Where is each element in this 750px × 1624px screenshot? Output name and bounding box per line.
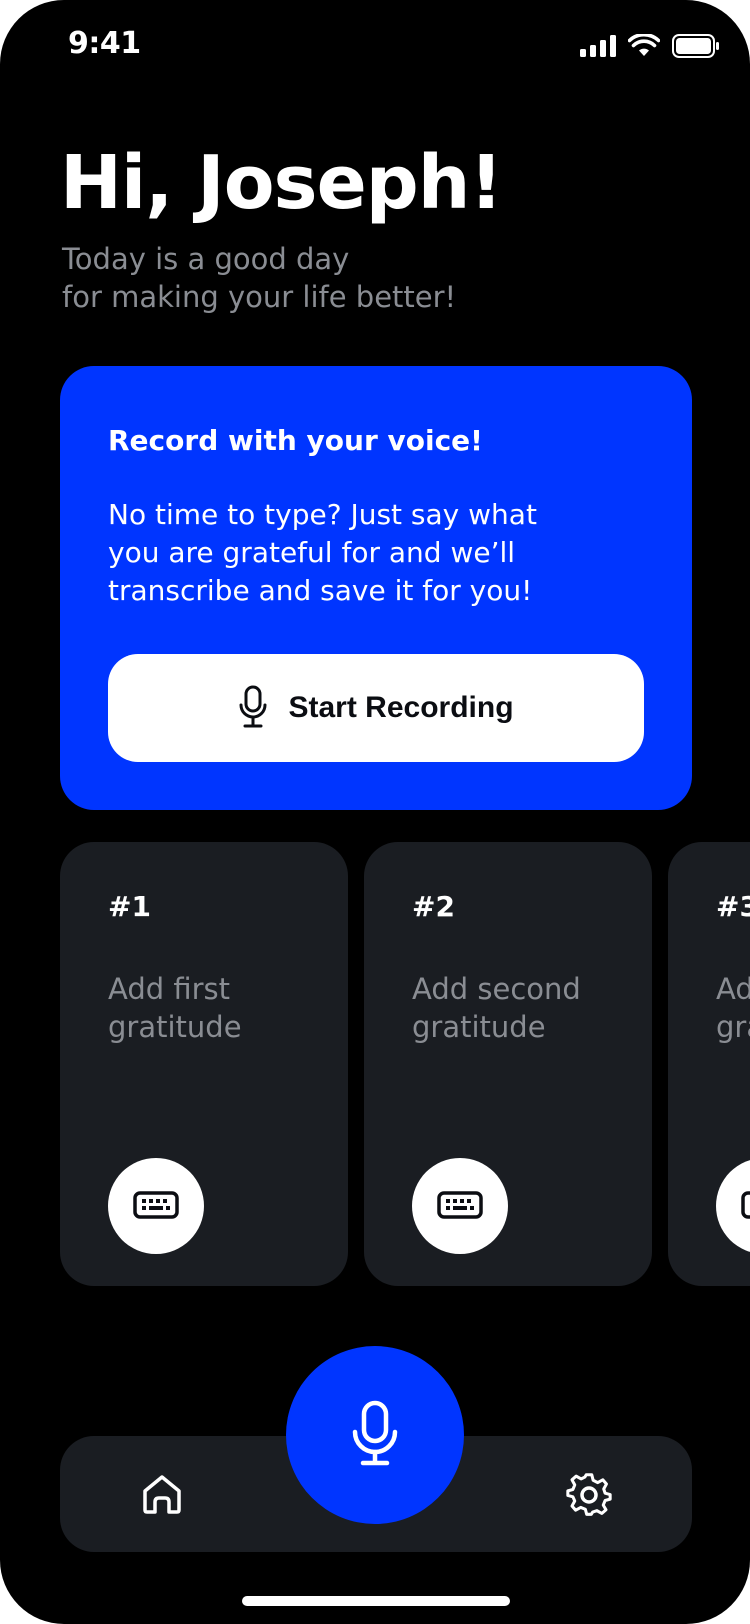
gratitude-card-prompt-line: gratitude [716, 1010, 750, 1044]
gratitude-card-prompt-line: gratitude [412, 1010, 546, 1044]
microphone-icon [238, 685, 268, 732]
start-recording-label: Start Recording [288, 691, 514, 724]
gratitude-card-prompt-line: Add third [716, 972, 750, 1006]
battery-icon [672, 34, 720, 62]
gratitude-card-prompt-line: Add first [108, 972, 231, 1006]
gratitude-card-1[interactable]: #1 Add first gratitude [60, 842, 348, 1286]
gratitude-card-prompt: Add third gratitude [716, 970, 750, 1046]
nav-settings-button[interactable] [566, 1472, 612, 1518]
gratitude-card-number: #1 [108, 890, 151, 923]
home-icon [140, 1475, 184, 1519]
voice-card-line: you are grateful for and we’ll [108, 536, 516, 569]
voice-card-line: transcribe and save it for you! [108, 574, 533, 607]
status-time: 9:41 [68, 26, 141, 61]
greeting-subtitle-line: for making your life better! [62, 280, 457, 314]
gratitude-card-prompt-line: Add second [412, 972, 581, 1006]
keyboard-input-button[interactable] [108, 1158, 204, 1254]
voice-record-card: Record with your voice! No time to type?… [60, 366, 692, 810]
keyboard-icon [133, 1190, 179, 1222]
nav-home-button[interactable] [140, 1472, 184, 1516]
keyboard-input-button[interactable] [412, 1158, 508, 1254]
signal-icon [580, 35, 616, 61]
microphone-icon [351, 1400, 399, 1471]
gratitude-card-prompt: Add first gratitude [108, 970, 308, 1046]
gratitude-card-prompt: Add second gratitude [412, 970, 612, 1046]
voice-card-title: Record with your voice! [108, 424, 483, 457]
gratitude-card-number: #2 [412, 890, 455, 923]
gratitude-card-prompt-line: gratitude [108, 1010, 242, 1044]
keyboard-icon [437, 1190, 483, 1222]
gratitude-cards-carousel[interactable]: #1 Add first gratitude #2 Add second gra… [60, 842, 750, 1286]
greeting-subtitle: Today is a good day for making your life… [62, 240, 622, 316]
greeting-title: Hi, Joseph! [60, 140, 503, 226]
gratitude-card-number: #3 [716, 890, 750, 923]
voice-card-line: No time to type? Just say what [108, 498, 537, 531]
record-voice-fab[interactable] [286, 1346, 464, 1524]
wifi-icon [627, 32, 661, 62]
home-indicator[interactable] [242, 1596, 510, 1606]
gratitude-card-2[interactable]: #2 Add second gratitude [364, 842, 652, 1286]
start-recording-button[interactable]: Start Recording [108, 654, 644, 762]
gear-icon [566, 1473, 612, 1521]
phone-screen: 9:41 Hi, Joseph! Today is a good day for… [0, 0, 750, 1624]
gratitude-card-3[interactable]: #3 Add third gratitude [668, 842, 750, 1286]
keyboard-input-button[interactable] [716, 1158, 750, 1254]
voice-card-description: No time to type? Just say what you are g… [108, 496, 608, 610]
status-icons [580, 32, 720, 62]
keyboard-icon [741, 1190, 750, 1222]
greeting-subtitle-line: Today is a good day [62, 242, 350, 276]
